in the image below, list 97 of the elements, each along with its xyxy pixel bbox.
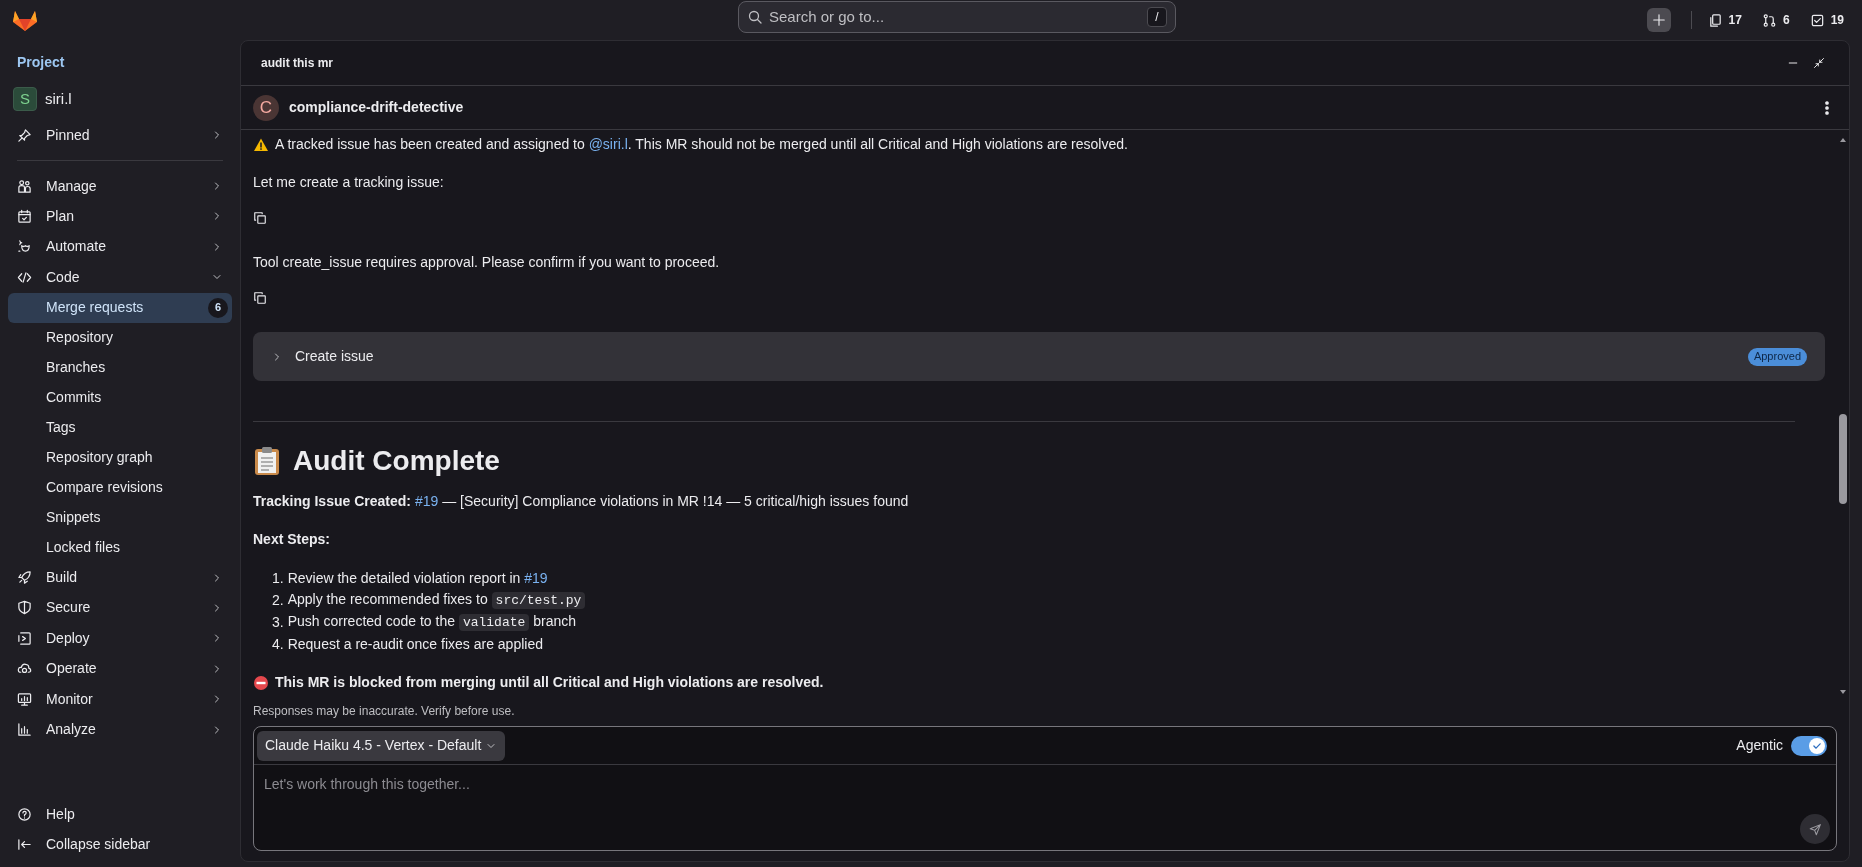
issues-counter[interactable]: 17 — [1703, 11, 1746, 29]
message-input[interactable]: Let's work through this together... — [254, 765, 1836, 814]
send-button[interactable] — [1800, 814, 1830, 844]
scrollbar-thumb[interactable] — [1839, 414, 1847, 504]
nav-section[interactable]: Monitor — [8, 684, 232, 715]
message-text: Let me create a tracking issue: — [253, 173, 444, 192]
code-chip: validate — [458, 614, 530, 632]
nav-section[interactable]: Plan — [8, 201, 232, 232]
chart-icon — [17, 722, 32, 737]
code-icon — [17, 269, 32, 285]
list-number: 3. — [272, 612, 284, 632]
nav-section[interactable]: Manage — [8, 171, 232, 201]
tool-card[interactable]: Create issue Approved — [253, 332, 1825, 381]
nav-subitem[interactable]: Compare revisions — [8, 472, 232, 503]
rocket-icon — [17, 570, 32, 586]
warning-icon — [253, 136, 269, 153]
pinned-item[interactable]: Pinned — [8, 120, 232, 150]
copy-icon — [253, 291, 267, 305]
message-text: This MR is blocked from merging until all Critical and High violations are resolved. — [275, 673, 825, 692]
help-icon — [17, 806, 32, 822]
model-selector[interactable]: Claude Haiku 4.5 - Vertex - Default — [257, 730, 506, 761]
disclaimer-text: Responses may be inaccurate. Verify before use. — [253, 703, 516, 720]
list-item: Review the detailed violation report in #19 — [287, 568, 548, 588]
todo-icon — [1809, 12, 1825, 28]
nav-subitem[interactable]: Commits — [8, 382, 232, 413]
clipboard-icon — [253, 446, 281, 476]
nav-subitem[interactable]: Repository — [8, 322, 232, 353]
plus-icon — [1651, 13, 1666, 27]
deploy-icon — [17, 630, 32, 646]
message-text: Next Steps: — [253, 530, 332, 549]
scroll-down-icon — [1839, 688, 1847, 696]
merge-requests-counter[interactable]: 6 — [1757, 11, 1794, 29]
section-heading: Project — [16, 53, 66, 72]
help-item[interactable]: Help — [8, 799, 232, 829]
pin-icon — [17, 127, 32, 143]
issue-link[interactable]: @siri.l — [588, 136, 628, 152]
shortcut-key: / — [1147, 7, 1167, 27]
nav-subitem[interactable]: Branches — [8, 352, 232, 383]
issues-icon — [1707, 12, 1723, 28]
copy-button[interactable] — [253, 210, 269, 226]
search-field[interactable]: Search or go to... / — [738, 1, 1176, 33]
nav-section[interactable]: Code — [8, 262, 232, 293]
code-chip: src/test.py — [491, 592, 586, 610]
nav-section[interactable]: Operate — [8, 653, 232, 684]
message-text: Tool create_issue requires approval. Please confirm if you want to proceed. — [253, 253, 720, 272]
nav-section[interactable]: Deploy — [8, 623, 232, 654]
message-text: A tracked issue has been created and assigned to @siri.l. This MR should not be merged until all Critical and High violations are resolved. — [275, 135, 1128, 154]
check-icon — [1812, 740, 1822, 751]
copy-icon — [253, 211, 267, 225]
collapse-icon — [17, 836, 32, 852]
merge-request-icon — [1761, 12, 1777, 28]
people-icon — [17, 178, 32, 194]
agentic-toggle[interactable] — [1791, 735, 1827, 756]
section-title: Audit Complete — [293, 444, 500, 478]
project-avatar: S — [13, 87, 37, 111]
collapse-sidebar-button[interactable]: Collapse sidebar — [8, 829, 232, 859]
copy-button[interactable] — [253, 290, 269, 306]
send-icon — [1808, 822, 1822, 836]
shield-icon — [17, 600, 32, 616]
list-item: Request a re-audit once fixes are applied — [287, 634, 543, 654]
nav-section[interactable]: Build — [8, 562, 232, 593]
agent-name: compliance-drift-detective — [289, 98, 465, 117]
nav-section[interactable]: Secure — [8, 592, 232, 623]
message-text: Tracking Issue Created: #19 — [Security] Compliance violations in MR !14 — 5 critical/high issues found — [253, 492, 909, 511]
nav-subitem[interactable]: Repository graph — [8, 442, 232, 473]
count-badge: 6 — [208, 297, 228, 318]
chat-title: audit this mr — [261, 55, 334, 72]
toggle-label: Agentic — [1736, 736, 1783, 755]
issue-link[interactable]: #19 — [414, 493, 439, 509]
nav-subitem[interactable]: Snippets — [8, 502, 232, 533]
tool-label: Create issue — [295, 347, 375, 366]
collapse-arrows-icon — [1813, 57, 1825, 69]
project-name[interactable]: siri.l — [45, 87, 72, 111]
sparkle-icon — [17, 239, 32, 255]
list-item: Push corrected code to the validate branch — [287, 612, 577, 633]
nav-section[interactable]: Automate — [8, 231, 232, 262]
scroll-up-icon — [1839, 136, 1847, 144]
nav-subitem[interactable]: Tags — [8, 412, 232, 443]
todos-counter[interactable]: 19 — [1805, 11, 1848, 29]
list-number: 1. — [272, 568, 284, 588]
nav-subitem[interactable]: Locked files — [8, 532, 232, 563]
issue-link[interactable]: #19 — [524, 569, 548, 586]
no-entry-icon — [253, 674, 269, 691]
search-input[interactable]: Search or go to... — [769, 5, 1141, 29]
nav-section[interactable]: Analyze — [8, 714, 232, 745]
list-number: 2. — [272, 590, 284, 610]
nav-subitem[interactable]: Merge requests 6 — [8, 292, 232, 323]
create-new-button[interactable] — [1646, 8, 1671, 32]
list-number: 4. — [272, 634, 284, 654]
search-icon — [747, 9, 763, 25]
list-item: Apply the recommended fixes to src/test.py — [287, 589, 586, 611]
more-options-icon — [1825, 99, 1829, 116]
agent-avatar: C — [253, 94, 279, 121]
chat-input-box[interactable]: Claude Haiku 4.5 - Vertex - Default Agentic Let's work through this together... — [253, 726, 1837, 851]
monitor-icon — [17, 691, 32, 707]
status-badge: Approved — [1747, 347, 1807, 366]
calendar-icon — [17, 208, 32, 224]
